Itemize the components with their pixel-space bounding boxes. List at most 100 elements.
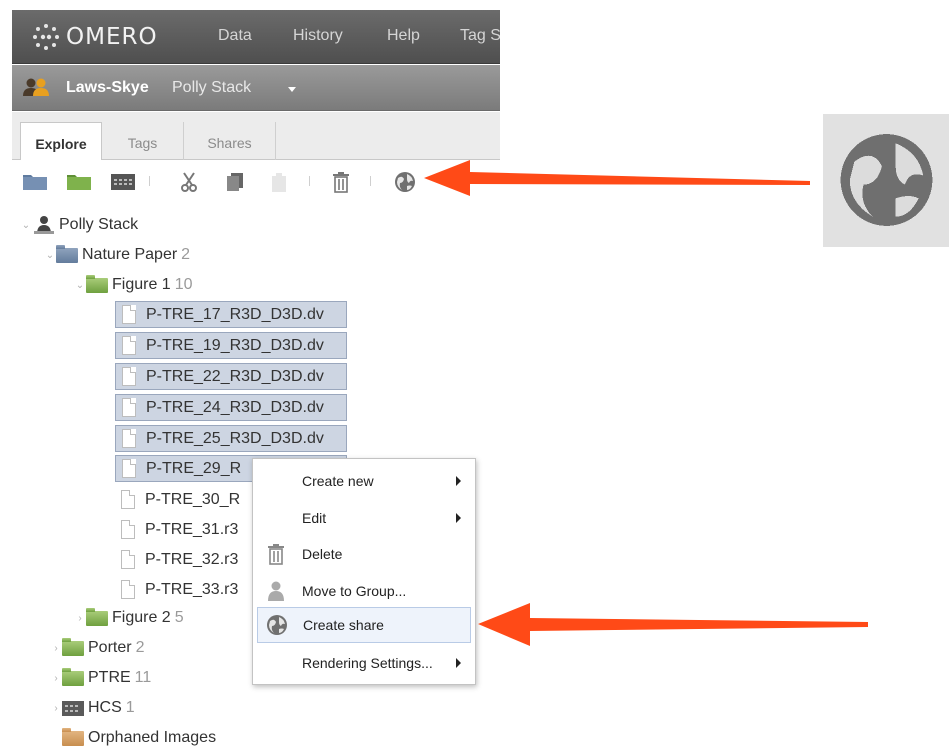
- plate-icon: [62, 700, 84, 716]
- image-file-icon: [121, 490, 135, 509]
- tree-image-item[interactable]: P-TRE_31.r3: [115, 516, 238, 543]
- nav-tag-search[interactable]: Tag S: [460, 27, 500, 45]
- tree-image-item[interactable]: P-TRE_25_R3D_D3D.dv: [115, 425, 347, 452]
- submenu-arrow-icon: [456, 513, 461, 523]
- tree-screen-node[interactable]: › HCS 1: [50, 695, 134, 721]
- image-name: P-TRE_19_R3D_D3D.dv: [146, 336, 324, 354]
- tree-image-item[interactable]: P-TRE_32.r3: [115, 546, 238, 573]
- tree-image-item[interactable]: P-TRE_30_R: [115, 486, 240, 513]
- project-name: PTRE: [88, 669, 131, 686]
- image-file-icon: [122, 398, 136, 417]
- new-project-icon[interactable]: [22, 171, 48, 196]
- person-icon: [34, 215, 54, 235]
- tree-project-node[interactable]: › PTRE 11: [50, 665, 151, 691]
- menu-item-label: Create share: [303, 617, 384, 633]
- image-name: P-TRE_29_R: [146, 459, 242, 477]
- chevron-down-icon[interactable]: [288, 87, 296, 92]
- tree-orphaned-node[interactable]: Orphaned Images: [62, 725, 216, 749]
- annotation-arrow-context-menu: [478, 603, 868, 646]
- tree-collapse-icon[interactable]: ⌄: [74, 280, 86, 291]
- project-name: Nature Paper: [82, 246, 178, 263]
- tree-expand-icon[interactable]: ›: [50, 643, 62, 654]
- project-name: Porter: [88, 639, 132, 656]
- dataset-name: Figure 2: [112, 609, 171, 626]
- tab-explore[interactable]: Explore: [20, 122, 102, 161]
- copy-icon[interactable]: [224, 171, 246, 198]
- dataset-name: Figure 1: [112, 276, 171, 293]
- orphan-folder-icon: [62, 727, 84, 746]
- group-users-icon: [22, 77, 52, 102]
- logo-text: OMERO: [66, 24, 158, 50]
- image-name: P-TRE_17_R3D_D3D.dv: [146, 305, 324, 323]
- toolbar-divider: [309, 176, 310, 186]
- menu-item-delete[interactable]: Delete: [257, 538, 471, 570]
- menu-item-edit[interactable]: Edit: [257, 502, 471, 534]
- user-group-bar[interactable]: Laws-Skye Polly Stack: [12, 65, 500, 111]
- tab-shares[interactable]: Shares: [184, 122, 276, 161]
- tree-project-node[interactable]: › Porter 2: [50, 635, 144, 661]
- tree-expand-icon[interactable]: ›: [50, 673, 62, 684]
- menu-item-label: Rendering Settings...: [302, 655, 433, 671]
- tree-image-item[interactable]: P-TRE_22_R3D_D3D.dv: [115, 363, 347, 390]
- menu-item-create-new[interactable]: Create new: [257, 465, 471, 497]
- trash-icon: [265, 543, 287, 565]
- tree-owner-node[interactable]: ⌄ Polly Stack: [20, 212, 138, 238]
- owner-name: Polly Stack: [59, 216, 139, 233]
- new-dataset-icon[interactable]: [66, 171, 92, 196]
- image-name: P-TRE_25_R3D_D3D.dv: [146, 429, 324, 447]
- tree-image-item[interactable]: P-TRE_17_R3D_D3D.dv: [115, 301, 347, 328]
- project-folder-icon: [56, 244, 78, 263]
- menu-item-label: Delete: [302, 546, 343, 562]
- top-nav-bar: OMERO Data History Help Tag S: [12, 10, 500, 64]
- delete-icon[interactable]: [330, 171, 352, 198]
- tree-expand-icon[interactable]: ›: [74, 613, 86, 624]
- nav-history[interactable]: History: [293, 27, 343, 45]
- omero-logo-icon: [32, 23, 60, 51]
- tree-image-item[interactable]: P-TRE_19_R3D_D3D.dv: [115, 332, 347, 359]
- menu-item-rendering-settings[interactable]: Rendering Settings...: [257, 647, 471, 679]
- tab-tags[interactable]: Tags: [102, 122, 184, 161]
- omero-logo[interactable]: OMERO: [32, 22, 158, 52]
- tree-dataset-node[interactable]: ⌄ Figure 1 10: [74, 272, 193, 298]
- tree-dataset-node[interactable]: › Figure 2 5: [74, 605, 184, 631]
- menu-item-create-share[interactable]: Create share: [257, 607, 471, 643]
- submenu-arrow-icon: [456, 476, 461, 486]
- tree-project-node[interactable]: ⌄ Nature Paper 2: [44, 242, 190, 268]
- tree-image-item[interactable]: P-TRE_33.r3: [115, 576, 238, 603]
- image-name: P-TRE_32.r3: [145, 550, 239, 568]
- project-count: 2: [181, 246, 191, 263]
- create-share-icon[interactable]: [394, 171, 416, 198]
- image-file-icon: [121, 550, 135, 569]
- group-name: Laws-Skye: [66, 79, 149, 96]
- screen-name: HCS: [88, 699, 122, 716]
- image-file-icon: [122, 429, 136, 448]
- cut-icon[interactable]: [178, 171, 200, 198]
- dataset-count: 5: [174, 609, 184, 626]
- tree-collapse-icon[interactable]: ⌄: [20, 220, 32, 231]
- tree-image-item[interactable]: P-TRE_24_R3D_D3D.dv: [115, 394, 347, 421]
- image-file-icon: [122, 305, 136, 324]
- image-name: P-TRE_33.r3: [145, 580, 239, 598]
- tab-bar: Explore Tags Shares: [12, 112, 500, 161]
- project-count: 11: [134, 669, 152, 686]
- nav-help[interactable]: Help: [387, 27, 420, 45]
- image-name: P-TRE_31.r3: [145, 520, 239, 538]
- menu-item-label: Edit: [302, 510, 327, 526]
- new-screen-icon[interactable]: [110, 171, 136, 196]
- tree-toolbar: [12, 160, 500, 202]
- toolbar-divider: [370, 176, 371, 186]
- dataset-folder-icon: [86, 274, 108, 293]
- tree-expand-icon[interactable]: ›: [50, 703, 62, 714]
- toolbar-divider: [149, 176, 150, 186]
- dataset-folder-icon: [86, 607, 108, 626]
- paste-icon[interactable]: [268, 171, 290, 198]
- image-file-icon: [122, 367, 136, 386]
- image-file-icon: [122, 336, 136, 355]
- image-name: P-TRE_24_R3D_D3D.dv: [146, 398, 324, 416]
- zoomed-share-icon-callout: [823, 114, 949, 247]
- nav-data[interactable]: Data: [218, 27, 252, 45]
- tree-collapse-icon[interactable]: ⌄: [44, 250, 56, 261]
- menu-item-move-to-group[interactable]: Move to Group...: [257, 575, 471, 607]
- menu-item-label: Create new: [302, 473, 374, 489]
- orphaned-label: Orphaned Images: [88, 729, 217, 746]
